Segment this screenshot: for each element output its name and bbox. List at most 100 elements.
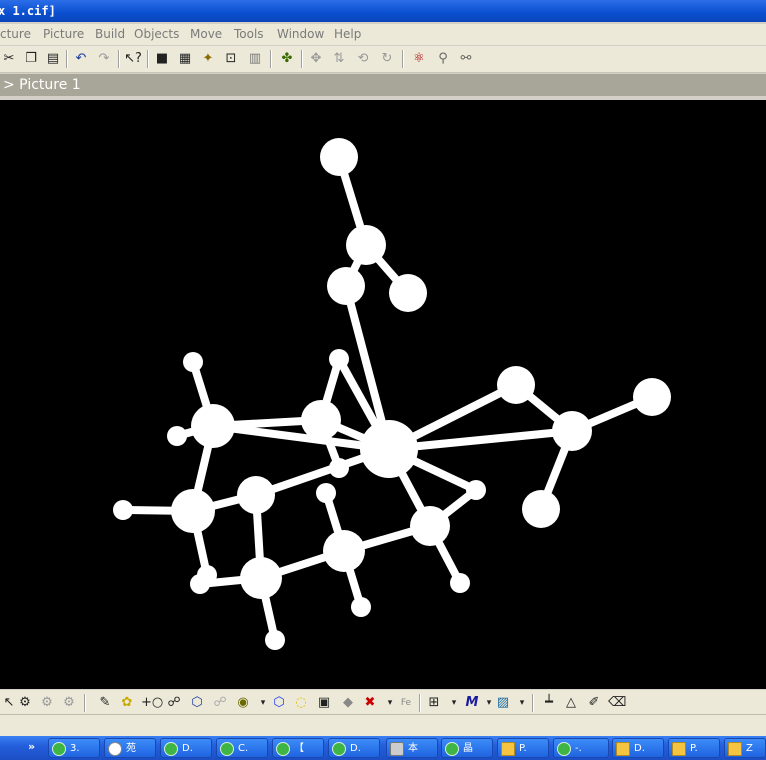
atom[interactable] (301, 400, 341, 440)
atom[interactable] (360, 420, 418, 478)
menu-window[interactable]: Window (277, 27, 324, 41)
atom-yellow-icon[interactable]: ✿ (118, 694, 136, 712)
atom[interactable] (113, 500, 133, 520)
atom[interactable] (329, 349, 349, 369)
atom-cluster-icon[interactable]: ✤ (278, 50, 296, 68)
task-button[interactable]: 本 (386, 738, 438, 758)
atom[interactable] (190, 574, 210, 594)
atom[interactable] (329, 458, 349, 478)
black-background-icon[interactable]: ■ (153, 50, 171, 68)
atom[interactable] (320, 138, 358, 176)
atom-ring-icon[interactable]: ⚙ (16, 694, 34, 712)
rotate-axis-icon[interactable]: ↻ (378, 50, 396, 68)
help-pointer-icon[interactable]: ↖? (124, 50, 142, 68)
color-dropdown-icon[interactable]: ▾ (513, 694, 531, 712)
task-button[interactable]: D. (160, 738, 212, 758)
copy-icon[interactable]: ❐ (22, 50, 40, 68)
pointer-box-icon[interactable]: ⊡ (222, 50, 240, 68)
chain-gray-icon[interactable]: ☍ (211, 694, 229, 712)
menu-objects[interactable]: Objects (134, 27, 179, 41)
zoom-box-icon[interactable]: ⊞ (425, 694, 443, 712)
atom[interactable] (389, 274, 427, 312)
task-button[interactable]: -. (553, 738, 609, 758)
task-button[interactable]: 3. (48, 738, 100, 758)
color-box-icon[interactable]: ▨ (494, 694, 512, 712)
undo-icon[interactable]: ↶ (72, 50, 90, 68)
fe-label-icon[interactable]: Fe (397, 694, 415, 712)
rotate-icon[interactable]: ⟲ (354, 50, 372, 68)
ie-icon (220, 742, 234, 756)
atom-dim-icon[interactable]: ⚙ (38, 694, 56, 712)
taskbar-expand-icon[interactable]: » (28, 740, 35, 753)
atom[interactable] (237, 476, 275, 514)
cube-icon[interactable]: ▣ (315, 694, 333, 712)
polyhedron-icon[interactable]: ⬡ (188, 694, 206, 712)
folder-icon (672, 742, 686, 756)
bond-draw-icon[interactable]: ✎ (96, 694, 114, 712)
sphere-icon[interactable]: ◉ (234, 694, 252, 712)
menu-picture[interactable]: Picture (43, 27, 84, 41)
add-atom-icon[interactable]: ⚛ (410, 50, 428, 68)
atom[interactable] (240, 557, 282, 599)
scissors-icon[interactable]: ✂ (0, 50, 18, 68)
atom[interactable] (327, 267, 365, 305)
atom[interactable] (265, 630, 285, 650)
atom-group-icon[interactable]: ⚯ (457, 50, 475, 68)
menu-tools[interactable]: Tools (234, 27, 264, 41)
atom[interactable] (552, 411, 592, 451)
atom[interactable] (346, 225, 386, 265)
structure-canvas[interactable] (0, 100, 766, 689)
paste-icon[interactable]: ▤ (44, 50, 62, 68)
menu-move[interactable]: Move (190, 27, 222, 41)
atom[interactable] (522, 490, 560, 528)
task-button[interactable]: 苑 (104, 738, 156, 758)
main-toolbar: ✂ ❐ ▤ ↶ ↷ ↖? ■ ▦ ✦ ⊡ ▥ ✤ ✥ ⇅ ⟲ ↻ ⚛ ⚲ ⚯ (0, 46, 766, 73)
atom[interactable] (171, 489, 215, 533)
chain-icon[interactable]: ☍ (165, 694, 183, 712)
atom-select-icon[interactable]: ⚲ (434, 50, 452, 68)
task-button[interactable]: Z (724, 738, 766, 758)
redo-icon[interactable]: ↷ (95, 50, 113, 68)
atom[interactable] (497, 366, 535, 404)
atom[interactable] (167, 426, 187, 446)
ring-yellow-icon[interactable]: ◌ (292, 694, 310, 712)
atom[interactable] (410, 506, 450, 546)
atom-gray-icon[interactable]: ⚙ (60, 694, 78, 712)
document-tab[interactable]: > Picture 1 (0, 74, 766, 96)
pick-icon[interactable]: ✐ (585, 694, 603, 712)
triangle-icon[interactable]: △ (562, 694, 580, 712)
molecule-view[interactable] (0, 100, 766, 689)
atom[interactable] (323, 530, 365, 572)
diamond-icon[interactable]: ◆ (339, 694, 357, 712)
atom[interactable] (351, 597, 371, 617)
task-button[interactable]: 【 (272, 738, 324, 758)
menu-help[interactable]: Help (334, 27, 361, 41)
grid-icon[interactable]: ▥ (246, 50, 264, 68)
measure-m-icon[interactable]: M (463, 694, 481, 712)
task-button[interactable]: P. (497, 738, 549, 758)
atom[interactable] (466, 480, 486, 500)
task-button[interactable]: D. (328, 738, 380, 758)
atom[interactable] (450, 573, 470, 593)
atom[interactable] (316, 483, 336, 503)
translate-icon[interactable]: ⇅ (330, 50, 348, 68)
atom[interactable] (191, 404, 235, 448)
window-title: x 1.cif] (0, 4, 56, 18)
menu-structure[interactable]: cture (0, 27, 31, 41)
task-button[interactable]: 晶 (441, 738, 493, 758)
task-button[interactable]: P. (668, 738, 720, 758)
eraser-icon[interactable]: ⌫ (608, 694, 626, 712)
move-icon[interactable]: ✥ (307, 50, 325, 68)
atom[interactable] (183, 352, 203, 372)
zoom-dropdown-icon[interactable]: ▾ (445, 694, 463, 712)
dashed-red-icon[interactable]: ✖ (361, 694, 379, 712)
atom[interactable] (633, 378, 671, 416)
task-button[interactable]: D. (612, 738, 664, 758)
render-icon[interactable]: ▦ (176, 50, 194, 68)
add-bond-icon[interactable]: +○ (141, 694, 163, 712)
hexagon-icon[interactable]: ⬡ (270, 694, 288, 712)
task-button[interactable]: C. (216, 738, 268, 758)
wand-icon[interactable]: ✦ (199, 50, 217, 68)
ruler-icon[interactable]: ┷ (540, 694, 558, 712)
menu-build[interactable]: Build (95, 27, 125, 41)
